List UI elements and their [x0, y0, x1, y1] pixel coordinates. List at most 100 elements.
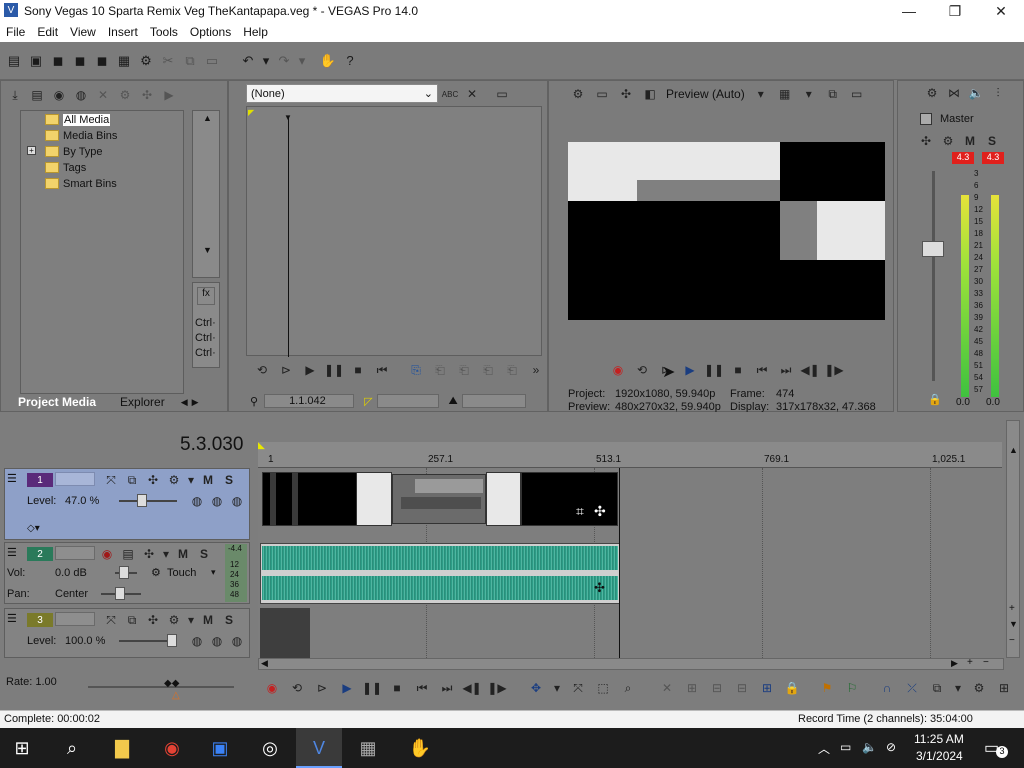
chevron-down-icon[interactable]: ▾ — [801, 86, 817, 102]
tree-item-smart-bins[interactable]: Smart Bins — [45, 176, 117, 191]
get-media-icon[interactable]: ◉ — [51, 87, 67, 103]
snap-icon[interactable]: ∩ — [879, 680, 895, 696]
chevron-down-icon[interactable]: ▾ — [954, 680, 962, 696]
maximize-button[interactable]: ❐ — [932, 0, 978, 22]
gear-icon[interactable]: ⚙ — [117, 87, 133, 103]
vegas-taskbar-icon[interactable]: V — [307, 736, 331, 760]
parent-composite-icon[interactable]: ◍ — [189, 633, 205, 649]
properties-icon[interactable]: ▦ — [116, 53, 132, 69]
pause-icon[interactable]: ❚❚ — [704, 362, 724, 378]
video-clip[interactable] — [262, 472, 357, 526]
tab-project-media[interactable]: Project Media — [6, 395, 108, 409]
chevron-down-icon[interactable]: ▾ — [187, 612, 195, 628]
hand-tool-icon[interactable]: ✋ — [320, 53, 336, 69]
go-to-end-icon[interactable]: ⏭ — [778, 362, 794, 378]
copy-icon[interactable]: ⧉ — [182, 53, 198, 69]
mixer-icon[interactable]: ⫶ — [990, 85, 1006, 101]
track-motion-icon[interactable]: ⤧ — [103, 612, 119, 628]
track-minimize-icon[interactable]: ☰ — [7, 612, 17, 625]
composite-icon[interactable]: ⧉ — [124, 612, 140, 628]
track-minimize-icon[interactable]: ☰ — [7, 472, 17, 485]
undo-icon[interactable]: ↶ — [240, 53, 256, 69]
add-before-icon[interactable]: ⎗ — [432, 362, 448, 378]
scroll-down-icon[interactable]: ▼ — [1009, 619, 1018, 629]
event-fx-icon[interactable]: ✣ — [594, 580, 605, 596]
gear-icon[interactable]: ⚙ — [166, 612, 182, 628]
minimize-button[interactable]: — — [886, 0, 932, 22]
split-screen-icon[interactable]: ◧ — [642, 86, 658, 102]
track-name-field[interactable] — [55, 612, 95, 626]
import-media-icon[interactable]: ⤓ — [7, 87, 23, 103]
zoom-in-icon[interactable]: + — [1009, 603, 1015, 614]
cut-icon[interactable]: ✂ — [160, 53, 176, 69]
delete-icon[interactable]: ✕ — [659, 680, 675, 696]
master-checkbox[interactable] — [920, 113, 932, 125]
image-viewer-icon[interactable]: ▦ — [356, 736, 380, 760]
gear-icon[interactable]: ⚙ — [166, 472, 182, 488]
fx-chain-icon[interactable]: ✣ — [145, 612, 161, 628]
save-snapshot-icon[interactable]: ▭ — [849, 86, 865, 102]
track-header-video-3[interactable]: ☰ 3 ⤧ ⧉ ✣ ⚙ ▾ M S Level: 100.0 % ◍ ◍ ◍ — [4, 608, 250, 658]
trim-end-icon[interactable]: ⊟ — [734, 680, 750, 696]
more-icon[interactable]: » — [528, 362, 544, 378]
level-slider[interactable] — [167, 634, 177, 647]
menu-help[interactable]: Help — [237, 25, 274, 39]
prev-frame-icon[interactable]: ◀❚ — [462, 680, 481, 696]
fx-chain-icon[interactable]: ✣ — [918, 133, 934, 149]
stop-icon[interactable]: ■ — [730, 362, 746, 378]
network-icon[interactable]: ▭ — [840, 740, 851, 754]
render-icon[interactable]: ◼ — [94, 53, 110, 69]
mute-button[interactable]: M — [200, 612, 216, 628]
tree-item-media-bins[interactable]: Media Bins — [45, 128, 117, 143]
speaker-icon[interactable]: 🔈 — [968, 85, 984, 101]
undo-dropdown-icon[interactable]: ▾ — [262, 53, 270, 69]
vol-slider[interactable] — [119, 566, 129, 579]
wifi-off-icon[interactable]: ⊘ — [886, 740, 896, 754]
trimmer-viewer[interactable]: ▼ ◤ — [246, 106, 542, 357]
media-fx-icon[interactable]: ✣ — [139, 87, 155, 103]
go-to-start-icon[interactable]: ⏮ — [754, 362, 770, 378]
add-replace-icon[interactable]: ⎗ — [504, 362, 520, 378]
timeline-ruler[interactable] — [258, 442, 1002, 468]
tree-item-by-type[interactable]: By Type — [45, 144, 103, 159]
ripple-icon[interactable]: ⧉ — [929, 680, 945, 696]
level-slider[interactable] — [137, 494, 147, 507]
timeline-vscrollbar[interactable]: ▲ + ▼ − — [1006, 420, 1020, 658]
expand-icon[interactable]: + — [27, 146, 36, 155]
video-clip-thumbnail[interactable] — [392, 474, 486, 524]
downmix-icon[interactable]: ⋈ — [946, 85, 962, 101]
lock-icon[interactable]: 🔒 — [928, 393, 942, 406]
gear-icon[interactable]: ⚙ — [924, 85, 940, 101]
redo-dropdown-icon[interactable]: ▾ — [298, 53, 306, 69]
scroll-up-icon[interactable]: ▲ — [203, 113, 212, 123]
mute-button[interactable]: M — [962, 133, 978, 149]
search-icon[interactable]: ⌕ — [60, 736, 84, 760]
gear-icon[interactable]: ⚙ — [138, 53, 154, 69]
go-to-start-icon[interactable]: ⏮ — [374, 362, 390, 378]
fx-split-icon[interactable]: ✣ — [618, 86, 634, 102]
clock-date[interactable]: 3/1/2024 — [916, 749, 963, 763]
automation-mode-dropdown[interactable]: Touch — [167, 567, 196, 579]
overlays-icon[interactable]: ▦ — [777, 86, 793, 102]
solo-button[interactable]: S — [196, 546, 212, 562]
crop-icon[interactable]: ⌗ — [576, 503, 584, 520]
solo-button[interactable]: S — [221, 612, 237, 628]
timeline-hscrollbar[interactable]: ◀ ▶ + − — [258, 657, 1004, 670]
tab-prev-icon[interactable]: ◀ — [181, 397, 188, 408]
track-name-field[interactable] — [55, 546, 95, 560]
mute-button[interactable]: M — [175, 546, 191, 562]
trimmer-options-icon[interactable]: ▭ — [494, 86, 510, 102]
selection-tool-icon[interactable]: ⬚ — [595, 680, 611, 696]
add-fit-icon[interactable]: ⎗ — [480, 362, 496, 378]
chevron-up-icon[interactable]: ︿ — [818, 740, 830, 757]
play-icon[interactable]: ▶ — [339, 680, 355, 696]
video-clip[interactable] — [357, 472, 392, 526]
scroll-up-icon[interactable]: ▲ — [1009, 445, 1018, 455]
chevron-down-icon[interactable]: ▾ — [162, 546, 170, 562]
chrome-icon[interactable]: ◉ — [160, 736, 184, 760]
record-icon[interactable]: ◉ — [264, 680, 280, 696]
invert-phase-icon[interactable]: ▤ — [120, 546, 136, 562]
region-icon[interactable]: ⚐ — [844, 680, 860, 696]
zoom-tool-icon[interactable]: ⌕ — [620, 680, 636, 696]
track-header-video-1[interactable]: ☰ 1 ⤧ ⧉ ✣ ⚙ ▾ M S Level: 47.0 % ◍ ◍ ◍ ◇▾ — [4, 468, 250, 540]
